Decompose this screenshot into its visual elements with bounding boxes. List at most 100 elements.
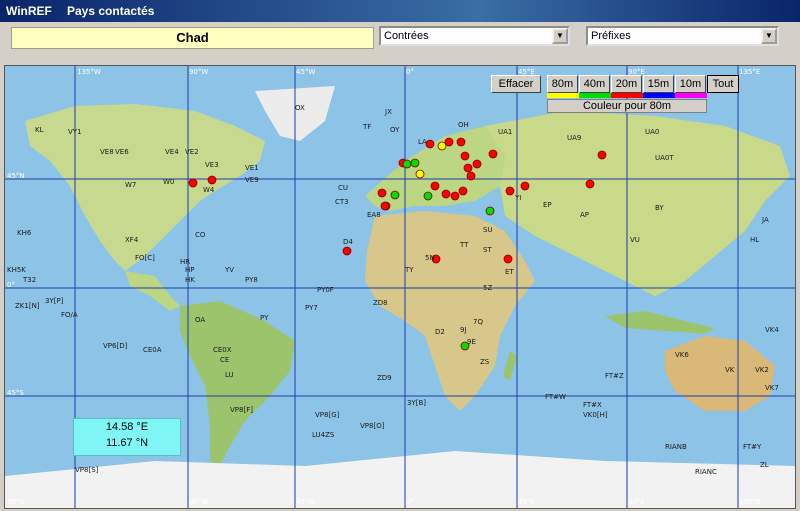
prefix-label: VE6 xyxy=(115,148,129,156)
contact-marker xyxy=(472,159,482,169)
prefix-label: 7Q xyxy=(473,318,483,326)
lat-label: 45°N xyxy=(7,172,25,180)
prefix-label: VK7 xyxy=(765,384,779,392)
prefix-label: FO/A xyxy=(61,311,78,319)
contact-marker xyxy=(430,181,440,191)
prefixes-dropdown-value: Préfixes xyxy=(591,30,631,42)
band-80m-button[interactable]: 80m xyxy=(547,75,578,93)
prefix-label: 3Y[P] xyxy=(45,297,64,305)
prefix-label: ZD9 xyxy=(377,374,392,382)
prefix-label: ST xyxy=(483,246,492,254)
band-15m-swatch xyxy=(643,93,675,98)
prefix-label: PY xyxy=(260,314,269,322)
prefix-label: PY0F xyxy=(317,286,334,294)
contact-marker xyxy=(450,191,460,201)
band-20m-button[interactable]: 20m xyxy=(611,75,642,93)
lon-label-bottom: 45°W xyxy=(296,498,316,506)
prefix-label: CU xyxy=(338,184,349,192)
band-80m-swatch xyxy=(547,93,579,98)
title-bar: WinREF Pays contactés xyxy=(0,0,800,22)
chevron-down-icon[interactable]: ▼ xyxy=(761,28,777,44)
prefix-label: KH6 xyxy=(17,229,32,237)
prefix-label: VK6 xyxy=(675,351,689,359)
prefix-label: UA1 xyxy=(498,128,513,136)
prefix-label: VP8[F] xyxy=(230,406,253,414)
band-color-label: Couleur pour 80m xyxy=(547,99,707,113)
prefix-label: 3Y[B] xyxy=(407,399,426,407)
prefix-label: HL xyxy=(750,236,760,244)
clear-button[interactable]: Effacer xyxy=(491,75,541,93)
prefix-label: XF4 xyxy=(125,236,139,244)
prefix-label: EA8 xyxy=(367,211,381,219)
prefix-label: VE2 xyxy=(185,148,199,156)
contact-marker xyxy=(485,206,495,216)
prefix-label: FO[C] xyxy=(135,254,155,262)
chevron-down-icon[interactable]: ▼ xyxy=(552,28,568,44)
all-bands-button[interactable]: Tout xyxy=(707,75,739,93)
lon-label-top: 135°E xyxy=(739,68,761,76)
band-15m-button[interactable]: 15m xyxy=(643,75,674,93)
contact-marker xyxy=(423,191,433,201)
contact-marker xyxy=(207,175,217,185)
prefix-label: W4 xyxy=(203,186,215,194)
prefix-label: VE1 xyxy=(245,164,259,172)
contact-marker xyxy=(402,159,412,169)
coordinate-readout: 14.58 °E 11.67 °N xyxy=(73,418,181,456)
prefix-label: CE xyxy=(220,356,230,364)
prefix-label: UA0 xyxy=(645,128,660,136)
prefix-label: VP6[D] xyxy=(103,342,128,350)
prefix-label: CE0A xyxy=(143,346,162,354)
lon-label-bottom: 135°E xyxy=(739,498,761,506)
prefixes-dropdown[interactable]: Préfixes ▼ xyxy=(586,26,779,46)
prefix-label: ET xyxy=(505,268,514,276)
contact-marker xyxy=(585,179,595,189)
prefix-label: EP xyxy=(543,201,552,209)
longitude-value: 14.58 °E xyxy=(105,421,149,433)
prefix-label: OY xyxy=(390,126,400,134)
prefix-label: TF xyxy=(363,123,372,131)
prefix-label: TY xyxy=(405,266,414,274)
contact-marker xyxy=(410,158,420,168)
contact-marker xyxy=(441,189,451,199)
prefix-label: KL xyxy=(35,126,44,134)
prefix-label: LU4ZS xyxy=(312,431,335,439)
prefix-label: VE3 xyxy=(205,161,219,169)
prefix-label: HK xyxy=(185,276,195,284)
lon-label-bottom: 0° xyxy=(406,498,414,506)
prefix-label: BY xyxy=(655,204,664,212)
prefix-label: CE0X xyxy=(213,346,232,354)
prefix-label: HP xyxy=(185,266,195,274)
selected-country-label: Chad xyxy=(11,27,374,49)
prefix-label: VK0[H] xyxy=(583,411,608,419)
prefix-label: W7 xyxy=(125,181,137,189)
zones-dropdown[interactable]: Contrées ▼ xyxy=(379,26,570,46)
band-10m-button[interactable]: 10m xyxy=(675,75,706,93)
prefix-label: W0 xyxy=(163,178,175,186)
contact-marker xyxy=(458,186,468,196)
prefix-label: OH xyxy=(458,121,469,129)
prefix-label: 5N xyxy=(425,254,435,262)
prefix-label: VK xyxy=(725,366,735,374)
prefix-label: FT#X xyxy=(583,401,602,409)
prefix-label: UA9 xyxy=(567,134,582,142)
band-40m-button[interactable]: 40m xyxy=(579,75,610,93)
prefix-label: VK2 xyxy=(755,366,769,374)
prefix-label: ZS xyxy=(480,358,490,366)
prefix-label: VE9 xyxy=(245,176,259,184)
contact-marker xyxy=(188,178,198,188)
prefix-label: LA xyxy=(418,138,427,146)
prefix-label: FT#Z xyxy=(605,372,624,380)
contact-marker xyxy=(390,190,400,200)
band-40m-swatch xyxy=(579,93,611,98)
contact-marker xyxy=(377,188,387,198)
band-20m-swatch xyxy=(611,93,643,98)
prefix-label: ZL xyxy=(760,461,769,469)
prefix-label: ZK1[N] xyxy=(15,302,40,310)
lon-label-top: 135°W xyxy=(77,68,101,76)
lon-label-bottom: 45°E xyxy=(518,498,535,506)
contact-marker xyxy=(520,181,530,191)
lon-label-top: 0° xyxy=(406,68,414,76)
zones-dropdown-value: Contrées xyxy=(384,30,429,42)
prefix-label: PY8 xyxy=(245,276,258,284)
contact-marker xyxy=(380,201,390,211)
